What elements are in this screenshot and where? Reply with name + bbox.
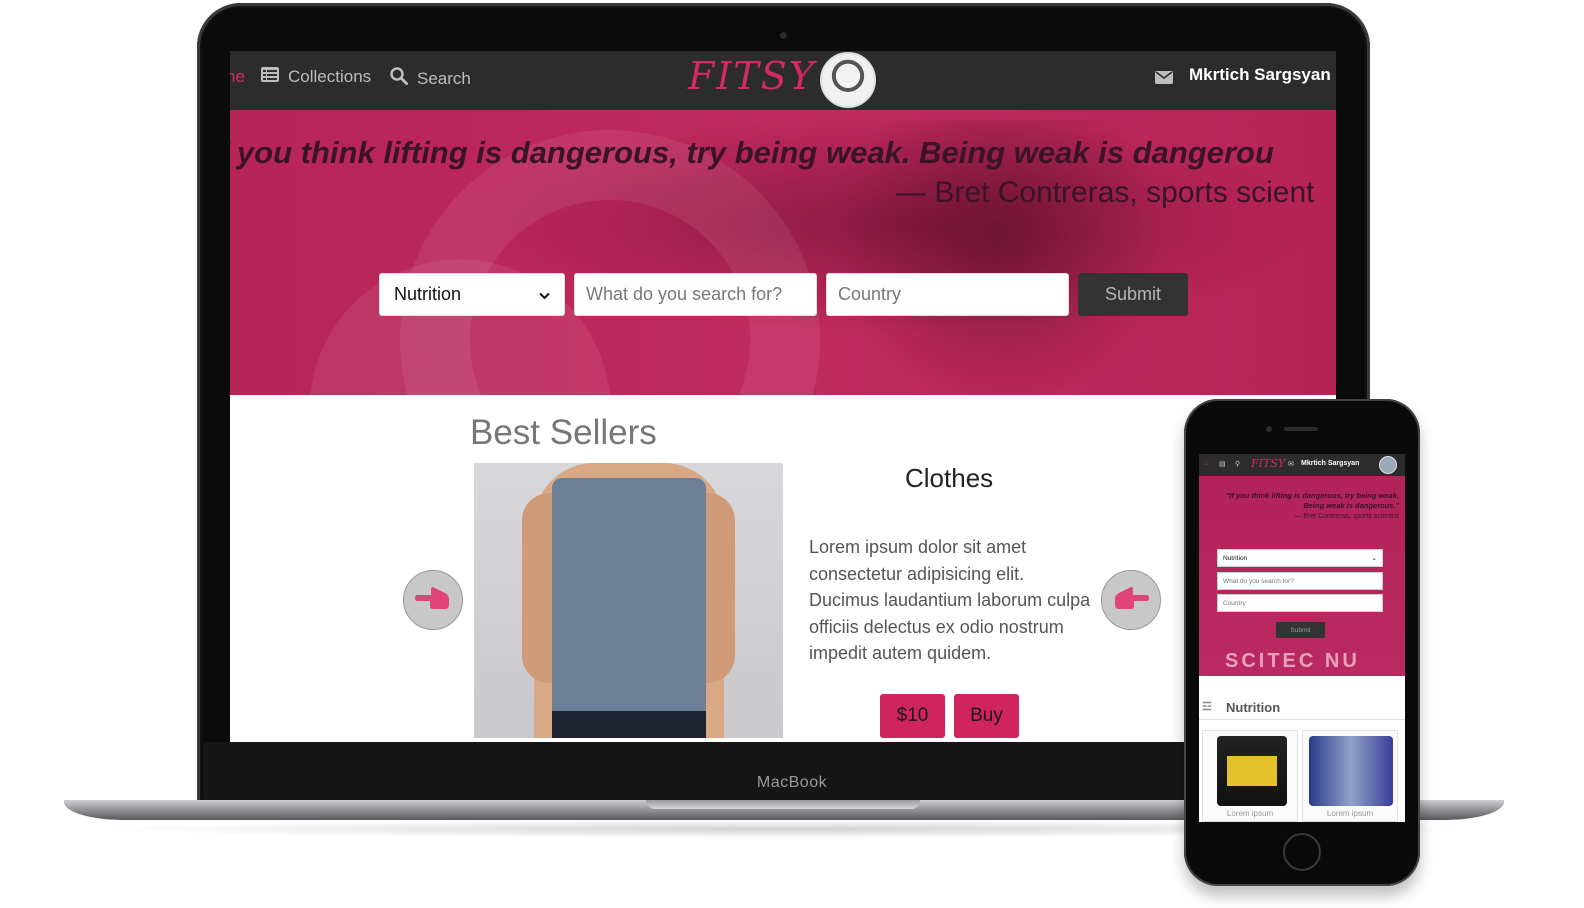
phone-category-label: Nutrition [1226, 700, 1281, 715]
phone-speaker [1284, 427, 1318, 431]
submit-button[interactable]: Submit [1078, 273, 1188, 316]
brand-logo[interactable]: FITSY [688, 54, 816, 98]
product-card[interactable]: Lorem ipsum [1302, 730, 1398, 822]
phone-hero-author: — Bret Contreras, sports scientist [1294, 513, 1399, 520]
phone-user-name[interactable]: Mkrtich Sargsyan [1301, 460, 1359, 467]
carousel-prev-button[interactable] [403, 570, 463, 630]
country-input[interactable]: Country [826, 273, 1069, 316]
category-select[interactable]: Nutrition [379, 273, 565, 316]
nutrition-icon: ☲ [1202, 701, 1212, 713]
phone-hero-quote: "If you think lifting is dangerous, try … [1225, 491, 1399, 510]
product-image [474, 463, 783, 738]
pointing-hand-right-icon [1113, 585, 1149, 616]
phone-country-input[interactable]: Country [1217, 594, 1383, 612]
section-title: Best Sellers [470, 413, 657, 452]
phone-hero: "If you think lifting is dangerous, try … [1199, 476, 1405, 676]
carousel-next-button[interactable] [1101, 570, 1161, 630]
phone-banner-text: SCITEC NU [1225, 650, 1360, 672]
laptop-notch [646, 800, 920, 809]
nav-search-link[interactable]: Search [390, 67, 471, 90]
price-button[interactable]: $10 [880, 694, 945, 738]
phone-category-select[interactable]: Nutrition ⌄ [1217, 549, 1383, 567]
product-card-caption: Lorem ipsum [1326, 809, 1374, 818]
user-name[interactable]: Mkrtich Sargsyan [1189, 65, 1331, 85]
nav-home-link[interactable]: ne [230, 67, 245, 87]
phone-category-header: ☲ Nutrition [1199, 694, 1405, 720]
product-card-caption: Lorem ipsum [1226, 809, 1274, 818]
mail-icon[interactable] [1155, 69, 1173, 89]
hero-banner: f you think lifting is dangerous, try be… [230, 110, 1336, 395]
list-icon [261, 67, 279, 87]
category-select-value: Nutrition [394, 284, 462, 304]
product-thumbnail [1217, 736, 1287, 806]
buy-button[interactable]: Buy [954, 694, 1019, 738]
search-form: Nutrition What do you search for? Countr… [379, 273, 1188, 316]
phone-avatar [1379, 456, 1397, 474]
camera-dot [780, 32, 787, 39]
product-description: Lorem ipsum dolor sit amet consectetur a… [809, 537, 1091, 663]
mail-icon[interactable]: ✉ [1288, 460, 1294, 468]
product-name: Clothes [905, 463, 994, 493]
phone-camera [1266, 426, 1272, 432]
chevron-down-icon: ⌄ [1371, 555, 1377, 562]
list-icon[interactable]: ▤ [1219, 460, 1226, 468]
phone-category-value: Nutrition [1223, 554, 1248, 562]
phone-home-button[interactable] [1283, 833, 1321, 871]
search-icon[interactable]: ⚲ [1235, 460, 1240, 468]
phone-submit-button[interactable]: Submit [1276, 622, 1325, 638]
home-icon[interactable]: ⌂ [1204, 460, 1208, 467]
phone-search-input[interactable]: What do you search for? [1217, 572, 1383, 590]
hero-quote: f you think lifting is dangerous, try be… [230, 135, 1274, 170]
hero-quote-author: — Bret Contreras, sports scient [896, 176, 1315, 209]
pointing-hand-left-icon [415, 585, 451, 616]
nav-search-label: Search [417, 68, 471, 88]
brand-avatar [820, 52, 876, 108]
chevron-down-icon [539, 284, 550, 305]
product-thumbnail [1309, 736, 1393, 806]
site-navbar: ne Collections Search FITSY Mkrtich Sarg… [230, 51, 1336, 110]
nav-collections-link[interactable]: Collections [261, 67, 371, 87]
nav-collections-label: Collections [288, 67, 372, 86]
phone-brand-logo[interactable]: FITSY [1251, 457, 1285, 470]
search-input[interactable]: What do you search for? [574, 273, 817, 316]
search-icon [390, 67, 408, 90]
phone-screen: ⌂ ▤ ⚲ FITSY ✉ Mkrtich Sargsyan "If you t… [1199, 454, 1405, 822]
phone-navbar: ⌂ ▤ ⚲ FITSY ✉ Mkrtich Sargsyan [1199, 454, 1405, 476]
laptop-screen: ne Collections Search FITSY Mkrtich Sarg… [230, 51, 1336, 742]
product-card[interactable]: Lorem ipsum [1202, 730, 1298, 822]
